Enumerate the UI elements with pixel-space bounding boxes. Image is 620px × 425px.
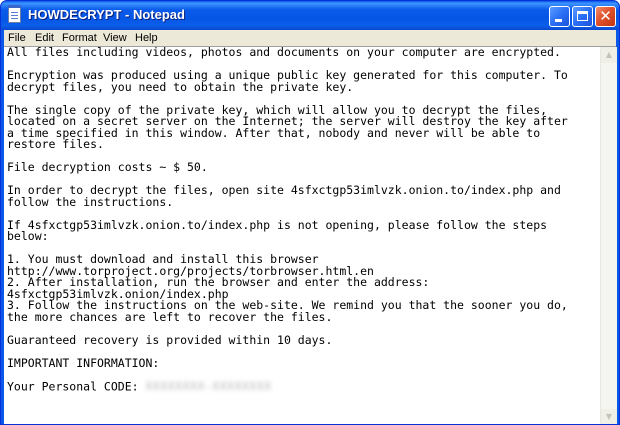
menu-help[interactable]: Help <box>135 32 158 44</box>
notepad-icon[interactable] <box>8 5 21 23</box>
text-line: Guaranteed recovery is provided within 1… <box>7 332 333 347</box>
text-line: the more chances are left to recover the… <box>7 309 333 324</box>
document-text[interactable]: All files including videos, photos and d… <box>7 45 597 393</box>
text-line: restore files. <box>7 137 104 151</box>
window-title: HOWDECRYPT - Notepad <box>28 7 185 22</box>
maximize-button[interactable] <box>572 6 593 27</box>
text-line: If 4sfxctgp53imlvzk.onion.to/index.php i… <box>7 217 548 232</box>
personal-code-label: Your Personal CODE: <box>7 378 146 393</box>
menu-bar: File Edit Format View Help <box>4 30 616 46</box>
personal-code-line: Your Personal CODE: XXXXXXXX-XXXXXXXX <box>7 378 597 393</box>
text-line: follow the instructions. <box>7 194 174 209</box>
scroll-up-button[interactable]: ▲ <box>601 47 617 63</box>
down-arrow-icon: ▼ <box>605 412 613 421</box>
close-icon: ✕ <box>599 7 612 25</box>
minimize-button[interactable] <box>549 6 570 27</box>
text-editor[interactable]: All files including videos, photos and d… <box>4 45 617 424</box>
vertical-scrollbar[interactable]: ▲ ▼ <box>600 47 617 424</box>
scroll-down-button[interactable]: ▼ <box>601 409 617 424</box>
menu-format[interactable]: Format <box>62 32 97 44</box>
title-bar[interactable]: HOWDECRYPT - Notepad ✕ <box>1 1 619 30</box>
menu-view[interactable]: View <box>103 32 127 44</box>
close-button[interactable]: ✕ <box>595 6 616 27</box>
text-line: All files including videos, photos and d… <box>7 45 561 59</box>
text-line: decrypt files, you need to obtain the pr… <box>7 79 354 94</box>
up-arrow-icon: ▲ <box>605 50 613 59</box>
text-line: below: <box>7 229 49 243</box>
menu-file[interactable]: File <box>8 32 26 44</box>
menu-edit[interactable]: Edit <box>35 32 54 44</box>
minimize-icon <box>555 19 562 22</box>
text-line: IMPORTANT INFORMATION: <box>7 355 160 370</box>
text-line: File decryption costs ~ $ 50. <box>7 160 208 174</box>
personal-code-value: XXXXXXXX-XXXXXXXX <box>145 378 272 393</box>
maximize-icon <box>577 11 588 21</box>
notepad-window: HOWDECRYPT - Notepad ✕ File Edit Format … <box>0 0 620 425</box>
